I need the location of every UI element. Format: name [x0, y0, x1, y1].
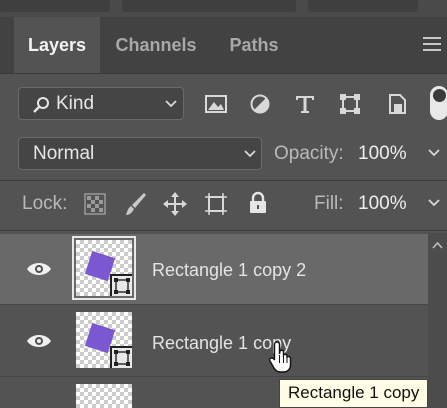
- layer-thumbnail[interactable]: [76, 384, 132, 408]
- tab-layers[interactable]: Layers: [14, 17, 100, 73]
- fill-chevron-icon[interactable]: [428, 198, 440, 208]
- layer-thumbnail[interactable]: [76, 312, 132, 368]
- filter-kind-label: Kind: [56, 93, 95, 114]
- shape-filter-icon[interactable]: [338, 93, 362, 115]
- lock-transparent-pixels-icon[interactable]: [84, 193, 106, 215]
- top-strip-segment: [0, 0, 110, 12]
- tab-channels[interactable]: Channels: [104, 17, 208, 73]
- layer-name[interactable]: Rectangle 1 copy 2: [152, 260, 306, 281]
- filter-kind-select[interactable]: Kind: [18, 87, 184, 120]
- chevron-down-icon: [165, 100, 177, 108]
- top-strip-segment: [308, 0, 418, 12]
- lock-position-icon[interactable]: [163, 192, 187, 216]
- visibility-eye-icon[interactable]: [26, 261, 52, 277]
- smart-object-filter-icon[interactable]: [385, 93, 409, 115]
- image-filter-icon[interactable]: [204, 93, 228, 115]
- shape-layer-badge-icon: [110, 346, 132, 368]
- search-icon: [33, 97, 49, 113]
- opacity-chevron-icon[interactable]: [428, 148, 440, 158]
- layer-name-tooltip: Rectangle 1 copy: [279, 379, 429, 408]
- filter-toggle-switch[interactable]: [430, 86, 447, 120]
- chevron-down-icon: [244, 150, 256, 158]
- panel-menu-icon[interactable]: [423, 37, 441, 51]
- layers-scrollbar[interactable]: [428, 233, 447, 408]
- shape-layer-badge-icon: [110, 274, 132, 296]
- lock-all-icon[interactable]: [248, 191, 268, 215]
- opacity-label: Opacity:: [274, 143, 344, 164]
- fill-label: Fill:: [314, 193, 344, 214]
- scroll-up-icon[interactable]: [432, 241, 443, 249]
- tab-paths[interactable]: Paths: [214, 17, 294, 73]
- blend-mode-value: Normal: [33, 143, 95, 164]
- opacity-value[interactable]: 100%: [358, 143, 407, 165]
- adjustment-filter-icon[interactable]: [248, 93, 272, 115]
- lock-label: Lock:: [22, 193, 68, 214]
- hand-cursor-icon: [268, 341, 292, 373]
- panel-tab-bar: Layers Channels Paths: [0, 17, 447, 74]
- visibility-eye-icon[interactable]: [26, 333, 52, 349]
- blend-mode-select[interactable]: Normal: [18, 137, 262, 170]
- fill-value[interactable]: 100%: [358, 193, 407, 215]
- type-filter-icon[interactable]: [293, 93, 317, 115]
- lock-artboard-icon[interactable]: [203, 192, 229, 216]
- divider: [0, 180, 447, 181]
- layer-thumbnail[interactable]: [72, 236, 136, 300]
- divider: [0, 230, 447, 231]
- top-strip-segment: [122, 0, 296, 12]
- lock-image-pixels-icon[interactable]: [124, 191, 148, 217]
